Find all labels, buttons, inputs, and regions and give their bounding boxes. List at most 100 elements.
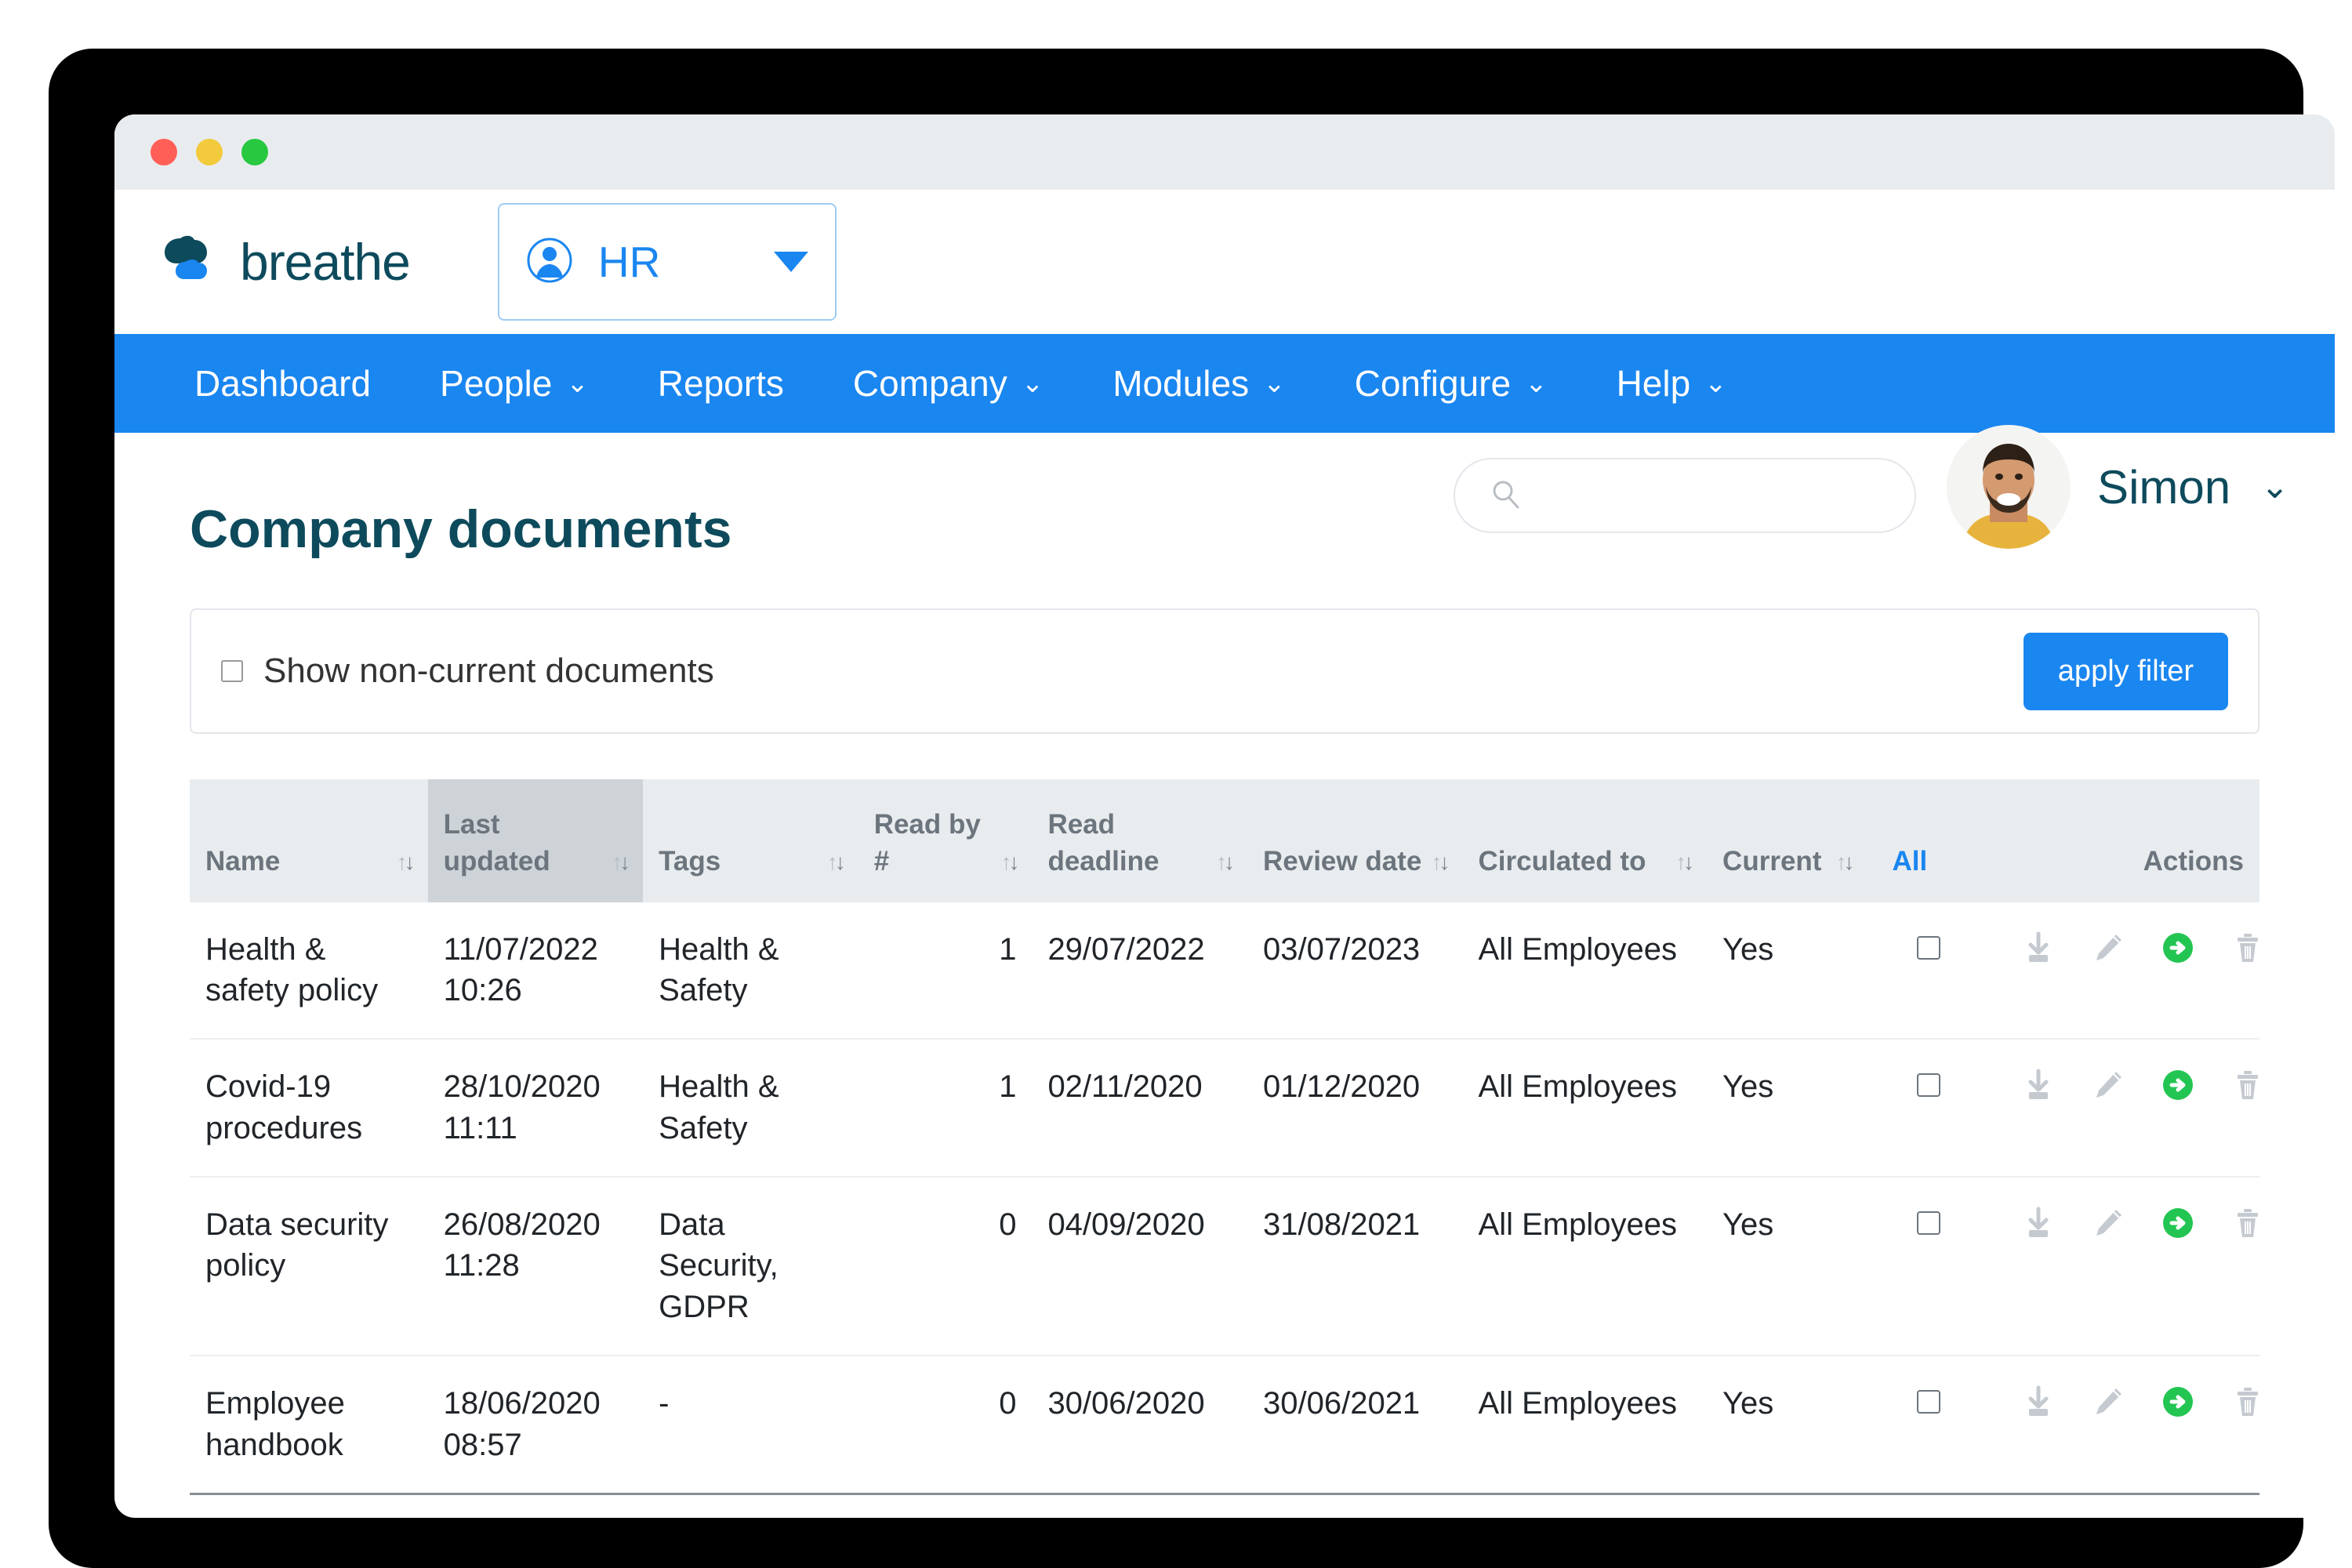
row-checkbox[interactable] (1917, 1390, 1940, 1414)
nav-label: Dashboard (194, 362, 371, 405)
cell-name: Data security policy (190, 1177, 428, 1356)
cell-read-by: 1 (858, 1039, 1033, 1177)
circulate-icon[interactable] (2159, 1066, 2197, 1115)
apply-filter-button[interactable]: apply filter (2024, 633, 2228, 710)
close-window-button[interactable] (151, 139, 177, 165)
cell-read-by: 0 (858, 1356, 1033, 1494)
nav-label: Company (853, 362, 1007, 405)
sort-icon[interactable]: ↑↓ (1675, 848, 1691, 880)
window-titlebar (114, 114, 2335, 190)
delete-icon[interactable] (2229, 1204, 2267, 1253)
cell-last-updated: 11/07/2022 10:26 (428, 902, 644, 1040)
column-header-read-by[interactable]: Read by # ↑↓ (858, 779, 1033, 902)
show-non-current-checkbox[interactable] (221, 660, 243, 682)
sort-icon[interactable]: ↑↓ (1835, 848, 1851, 880)
nav-item-help[interactable]: Help ⌄ (1582, 362, 1762, 405)
download-icon[interactable] (2020, 1383, 2057, 1432)
cell-current: Yes (1707, 1356, 1876, 1494)
minimize-window-button[interactable] (196, 139, 223, 165)
nav-label: Reports (658, 362, 784, 405)
cell-circulated-to: All Employees (1463, 1356, 1708, 1494)
column-label: Last updated (444, 806, 604, 880)
sort-icon[interactable]: ↑↓ (612, 848, 627, 880)
column-label: Actions (2143, 843, 2244, 880)
nav-item-configure[interactable]: Configure ⌄ (1320, 362, 1582, 405)
nav-item-reports[interactable]: Reports (623, 362, 818, 405)
module-selector-label: HR (598, 237, 660, 287)
nav-label: Modules (1112, 362, 1249, 405)
row-checkbox[interactable] (1917, 936, 1940, 960)
cell-select[interactable] (1877, 1039, 1980, 1177)
cell-read-deadline: 30/06/2020 (1032, 1356, 1247, 1494)
column-header-name[interactable]: Name ↑↓ (190, 779, 428, 902)
cell-actions (1980, 902, 2259, 1040)
nav-item-modules[interactable]: Modules ⌄ (1078, 362, 1319, 405)
breathe-logo[interactable]: breathe (160, 232, 410, 292)
column-header-all[interactable]: All (1877, 779, 1980, 902)
nav-item-people[interactable]: People ⌄ (405, 362, 623, 405)
edit-icon[interactable] (2089, 1204, 2127, 1253)
sort-icon[interactable]: ↑↓ (1432, 848, 1447, 880)
cell-review-date: 30/06/2021 (1247, 1356, 1463, 1494)
sort-icon[interactable]: ↑↓ (1216, 848, 1232, 880)
column-header-review-date[interactable]: Review date ↑↓ (1247, 779, 1463, 902)
column-label: Tags (659, 843, 720, 880)
download-icon[interactable] (2020, 1204, 2057, 1253)
avatar (1947, 425, 2071, 549)
global-search[interactable] (1454, 458, 1916, 533)
cell-actions (1980, 1356, 2259, 1494)
maximize-window-button[interactable] (241, 139, 268, 165)
circulate-icon[interactable] (2159, 1383, 2197, 1432)
column-label: Read deadline (1047, 806, 1208, 880)
column-label: Name (205, 843, 280, 880)
row-checkbox[interactable] (1917, 1073, 1940, 1097)
cell-name: Employee handbook (190, 1356, 428, 1494)
row-checkbox[interactable] (1917, 1211, 1940, 1235)
edit-icon[interactable] (2089, 1383, 2127, 1432)
column-header-read-deadline[interactable]: Read deadline ↑↓ (1032, 779, 1247, 902)
user-menu[interactable]: Simon ⌄ (1947, 425, 2289, 549)
filter-bar: Show non-current documents apply filter (190, 608, 2259, 734)
select-all-link[interactable]: All (1893, 843, 1928, 880)
cell-actions (1980, 1039, 2259, 1177)
sort-icon[interactable]: ↑↓ (397, 848, 412, 880)
column-header-actions: Actions (1980, 779, 2259, 902)
column-header-circulated-to[interactable]: Circulated to ↑↓ (1463, 779, 1708, 902)
chevron-down-icon (774, 252, 808, 272)
column-header-current[interactable]: Current ↑↓ (1707, 779, 1876, 902)
app-header: breathe HR (114, 190, 2335, 334)
delete-icon[interactable] (2229, 1066, 2267, 1115)
column-header-last-updated[interactable]: Last updated ↑↓ (428, 779, 644, 902)
table-row[interactable]: Health & safety policy 11/07/2022 10:26 … (190, 902, 2259, 1040)
chevron-down-icon: ⌄ (1704, 368, 1727, 399)
cell-circulated-to: All Employees (1463, 1039, 1708, 1177)
cell-select[interactable] (1877, 902, 1980, 1040)
cell-tags: Data Security, GDPR (643, 1177, 858, 1356)
table-header-row: Name ↑↓ Last updated ↑↓ (190, 779, 2259, 902)
edit-icon[interactable] (2089, 929, 2127, 978)
logo-text: breathe (240, 236, 410, 288)
sort-icon[interactable]: ↑↓ (1000, 848, 1016, 880)
search-input[interactable] (1535, 481, 1880, 511)
nav-item-company[interactable]: Company ⌄ (818, 362, 1078, 405)
edit-icon[interactable] (2089, 1066, 2127, 1115)
download-icon[interactable] (2020, 929, 2057, 978)
cell-select[interactable] (1877, 1177, 1980, 1356)
user-name: Simon (2097, 460, 2230, 514)
delete-icon[interactable] (2229, 1383, 2267, 1432)
circulate-icon[interactable] (2159, 929, 2197, 978)
column-header-tags[interactable]: Tags ↑↓ (643, 779, 858, 902)
cell-select[interactable] (1877, 1356, 1980, 1494)
delete-icon[interactable] (2229, 929, 2267, 978)
sort-icon[interactable]: ↑↓ (827, 848, 843, 880)
module-selector[interactable]: HR (498, 203, 837, 321)
column-label: Review date (1263, 843, 1421, 880)
table-row[interactable]: Employee handbook 18/06/2020 08:57 - 0 3… (190, 1356, 2259, 1494)
download-icon[interactable] (2020, 1066, 2057, 1115)
cell-tags: Health & Safety (643, 1039, 858, 1177)
nav-item-dashboard[interactable]: Dashboard (160, 362, 405, 405)
cell-circulated-to: All Employees (1463, 1177, 1708, 1356)
circulate-icon[interactable] (2159, 1204, 2197, 1253)
table-row[interactable]: Data security policy 26/08/2020 11:28 Da… (190, 1177, 2259, 1356)
table-row[interactable]: Covid-19 procedures 28/10/2020 11:11 Hea… (190, 1039, 2259, 1177)
